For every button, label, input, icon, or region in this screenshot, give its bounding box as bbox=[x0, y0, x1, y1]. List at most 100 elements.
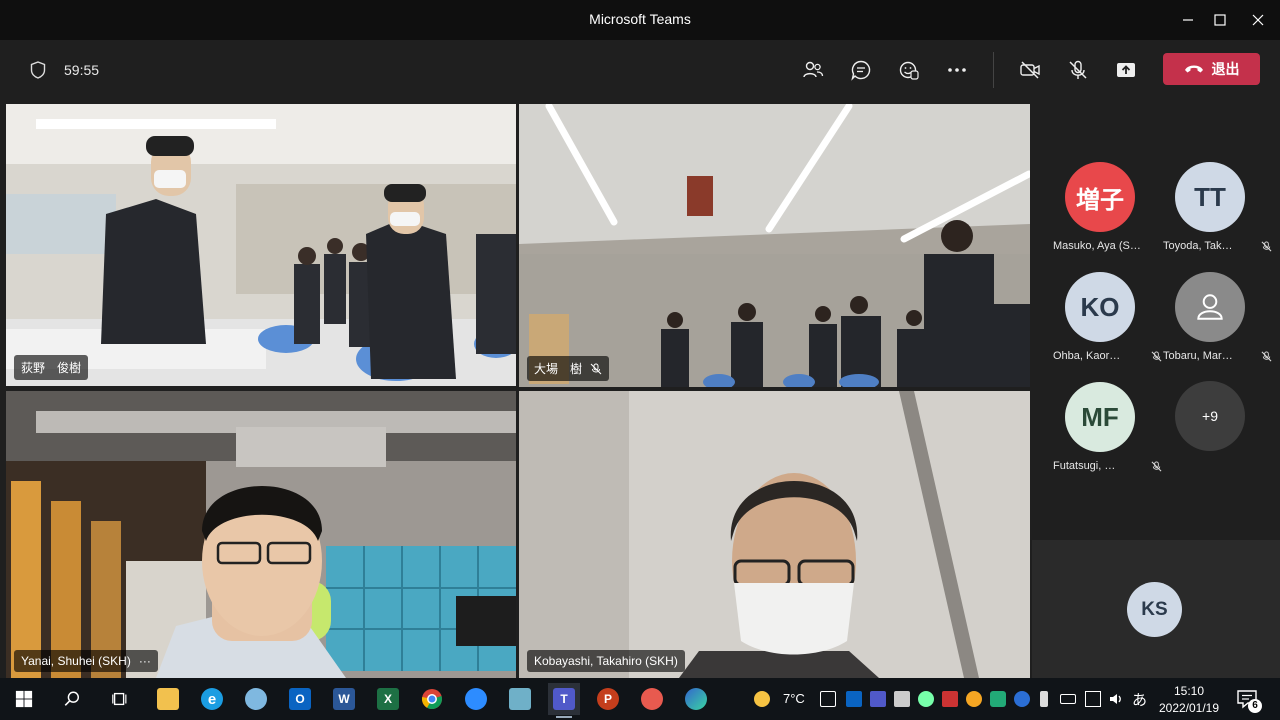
security-shield-icon[interactable] bbox=[990, 691, 1006, 707]
video-tile[interactable]: 大場 樹 bbox=[519, 104, 1030, 387]
title-bar: Microsoft Teams bbox=[0, 0, 1280, 40]
powerpoint-app[interactable]: P bbox=[592, 683, 624, 715]
mcafee-icon[interactable] bbox=[942, 691, 958, 707]
participant-name-tag: Kobayashi, Takahiro (SKH) bbox=[527, 650, 685, 672]
reactions-icon bbox=[899, 61, 919, 80]
task-view-icon bbox=[112, 692, 127, 706]
notebook-icon bbox=[509, 688, 531, 710]
toolbar-divider bbox=[993, 52, 994, 88]
start-button[interactable] bbox=[8, 683, 40, 715]
pinwheel-icon[interactable] bbox=[966, 691, 982, 707]
reactions-button[interactable] bbox=[895, 56, 923, 84]
roster-name: Tobaru, Mar… bbox=[1163, 350, 1233, 362]
minimize-icon bbox=[1183, 19, 1193, 21]
word-app[interactable]: W bbox=[328, 683, 360, 715]
muted-mic-icon bbox=[1151, 461, 1162, 472]
ime-indicator[interactable]: あ bbox=[1132, 689, 1147, 710]
internet-explorer-app[interactable]: e bbox=[196, 683, 228, 715]
video-tile[interactable]: Kobayashi, Takahiro (SKH) bbox=[519, 391, 1030, 678]
roster-person[interactable]: KO Ohba, Kaor… bbox=[1053, 272, 1163, 380]
meeting-toolbar: 59:55 退出 bbox=[0, 40, 1280, 100]
video-feed bbox=[6, 104, 516, 386]
participants-button[interactable] bbox=[799, 56, 827, 84]
network-icon[interactable] bbox=[1085, 691, 1101, 707]
avatar: MF bbox=[1065, 382, 1135, 452]
leave-meeting-button[interactable]: 退出 bbox=[1163, 53, 1260, 85]
avatar: TT bbox=[1175, 162, 1245, 232]
printer-icon[interactable] bbox=[894, 691, 910, 707]
excel-app[interactable]: X bbox=[372, 683, 404, 715]
roster-person[interactable]: 増子 Masuko, Aya (S… bbox=[1053, 162, 1163, 270]
paint-icon bbox=[245, 688, 267, 710]
chrome-app[interactable] bbox=[416, 683, 448, 715]
muted-mic-icon bbox=[590, 363, 602, 374]
share-icon bbox=[1117, 63, 1135, 77]
camera-app[interactable] bbox=[636, 683, 668, 715]
roster-person[interactable]: TT Toyoda, Tak… bbox=[1163, 162, 1273, 270]
teams-icon: T bbox=[553, 688, 575, 710]
avatar: KO bbox=[1065, 272, 1135, 342]
bluetooth-icon[interactable] bbox=[1014, 691, 1030, 707]
more-participants-button[interactable]: +9 bbox=[1175, 381, 1245, 451]
roster-person[interactable]: MF Futatsugi, … bbox=[1053, 382, 1163, 490]
battery-icon[interactable] bbox=[1060, 694, 1076, 704]
zoom-app[interactable] bbox=[460, 683, 492, 715]
roster-person[interactable]: Tobaru, Mar… bbox=[1163, 272, 1273, 380]
video-tile[interactable]: Yanai, Shuhei (SKH) ··· bbox=[6, 391, 516, 678]
edge-icon bbox=[685, 688, 707, 710]
outlook-icon: O bbox=[289, 688, 311, 710]
camera-off-icon bbox=[1020, 61, 1040, 79]
search-icon bbox=[64, 691, 80, 706]
excel-icon: X bbox=[377, 688, 399, 710]
weather-sun-icon[interactable] bbox=[753, 690, 771, 708]
snipping-tool-app[interactable] bbox=[240, 683, 272, 715]
taskbar-clock[interactable]: 15:10 2022/01/19 bbox=[1153, 683, 1225, 717]
video-feed bbox=[519, 104, 1030, 387]
close-button[interactable] bbox=[1236, 0, 1280, 40]
file-explorer-app[interactable] bbox=[152, 683, 184, 715]
avatar bbox=[1175, 272, 1245, 342]
roster-name: Ohba, Kaor… bbox=[1053, 350, 1121, 362]
window-title: Microsoft Teams bbox=[589, 11, 691, 27]
camera-icon bbox=[641, 688, 663, 710]
weather-temperature[interactable]: 7°C bbox=[783, 691, 805, 706]
chat-button[interactable] bbox=[847, 56, 875, 84]
participant-name: 大場 樹 bbox=[534, 362, 583, 376]
roster-name: Futatsugi, … bbox=[1053, 460, 1116, 472]
windows-taskbar: e O W X T P 7°C あ 15:10 2022/01/19 6 bbox=[0, 678, 1280, 720]
keyboard-icon[interactable] bbox=[820, 691, 836, 707]
volume-icon[interactable] bbox=[1108, 691, 1124, 707]
mic-toggle-button[interactable] bbox=[1064, 56, 1092, 84]
notification-center-button[interactable]: 6 bbox=[1236, 689, 1262, 713]
camera-toggle-button[interactable] bbox=[1016, 56, 1044, 84]
usb-icon[interactable] bbox=[1040, 691, 1048, 707]
onenote-app[interactable] bbox=[504, 683, 536, 715]
hang-up-icon bbox=[1184, 65, 1203, 73]
avatar: 増子 bbox=[1065, 162, 1135, 232]
share-content-button[interactable] bbox=[1112, 56, 1140, 84]
task-view-button[interactable] bbox=[104, 683, 136, 715]
self-avatar: KS bbox=[1127, 582, 1182, 637]
participant-name-tag: 大場 樹 bbox=[527, 356, 610, 381]
teams-tray-icon[interactable] bbox=[870, 691, 886, 707]
video-tile[interactable]: 荻野 俊樹 bbox=[6, 104, 516, 386]
shield-icon[interactable] bbox=[28, 60, 48, 80]
person-icon bbox=[1197, 294, 1223, 320]
participant-name: Kobayashi, Takahiro (SKH) bbox=[534, 654, 678, 668]
roster-name: Toyoda, Tak… bbox=[1163, 240, 1233, 252]
more-options-icon[interactable]: ··· bbox=[139, 654, 151, 668]
outlook-tray-icon[interactable] bbox=[846, 691, 862, 707]
edge-app[interactable] bbox=[680, 683, 712, 715]
more-actions-button[interactable] bbox=[943, 56, 971, 84]
more-icon bbox=[948, 68, 966, 72]
clock-date: 2022/01/19 bbox=[1158, 701, 1220, 715]
sync-icon[interactable] bbox=[918, 691, 934, 707]
participant-name-tag: 荻野 俊樹 bbox=[14, 355, 89, 380]
meeting-timer: 59:55 bbox=[64, 62, 100, 78]
search-button[interactable] bbox=[56, 683, 88, 715]
outlook-app[interactable]: O bbox=[284, 683, 316, 715]
participant-name: 荻野 俊樹 bbox=[21, 361, 82, 375]
roster-name: Masuko, Aya (S… bbox=[1053, 240, 1141, 252]
teams-app[interactable]: T bbox=[548, 683, 580, 718]
video-feed bbox=[519, 391, 1030, 678]
